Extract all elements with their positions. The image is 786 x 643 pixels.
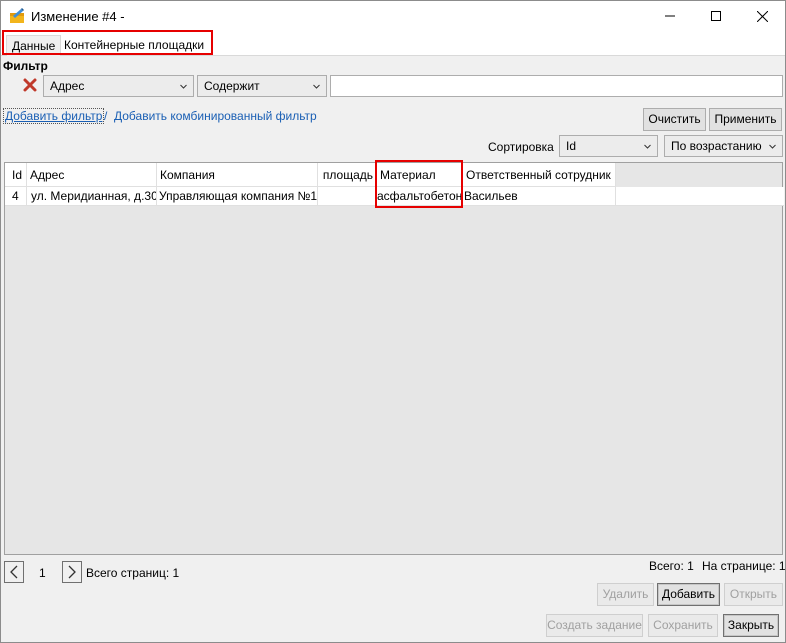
- cell-responsible: Васильев: [463, 187, 616, 206]
- tab-strip: Данные Контейнерные площадки: [1, 31, 785, 57]
- filter-operator-value: Содержит: [204, 79, 260, 93]
- add-button[interactable]: Добавить: [657, 583, 720, 606]
- window-title: Изменение #4 -: [31, 9, 125, 24]
- total-count-text: Всего: 1: [649, 559, 694, 573]
- minimize-icon: [665, 15, 675, 17]
- add-filter-link[interactable]: Добавить фильтр: [3, 108, 105, 124]
- open-button[interactable]: Открыть: [724, 583, 783, 606]
- filter-field-select[interactable]: Адрес: [43, 75, 194, 97]
- delete-button[interactable]: Удалить: [597, 583, 654, 606]
- maximize-icon: [711, 11, 721, 21]
- save-button[interactable]: Сохранить: [648, 614, 718, 637]
- filter-section-label: Фильтр: [3, 59, 48, 73]
- clear-button[interactable]: Очистить: [643, 108, 706, 131]
- chevron-down-icon: [313, 84, 320, 89]
- create-task-button[interactable]: Создать задание: [546, 614, 643, 637]
- per-page-text: На странице: 1: [702, 559, 786, 573]
- maximize-button[interactable]: [693, 1, 739, 31]
- sort-field-select[interactable]: Id: [559, 135, 658, 157]
- column-header-address[interactable]: Адрес: [27, 163, 157, 187]
- chevron-down-icon: [769, 144, 776, 149]
- previous-page-button[interactable]: [4, 561, 24, 583]
- sort-order-value: По возрастанию: [671, 139, 762, 153]
- link-separator: /: [104, 109, 108, 123]
- table-row[interactable]: 4 ул. Меридианная, д.30 Управляющая комп…: [5, 187, 784, 206]
- cell-material: асфальтобетон: [377, 187, 463, 206]
- apply-button[interactable]: Применить: [709, 108, 782, 131]
- close-button[interactable]: Закрыть: [723, 614, 779, 637]
- cell-filler: [616, 187, 784, 206]
- tab-container-sites[interactable]: Контейнерные площадки: [59, 35, 209, 57]
- column-header-area[interactable]: площадь: [318, 163, 377, 187]
- cell-id: 4: [5, 187, 27, 206]
- add-combined-filter-link[interactable]: Добавить комбинированный фильтр: [114, 109, 317, 123]
- filter-field-value: Адрес: [50, 79, 85, 93]
- filter-operator-select[interactable]: Содержит: [197, 75, 327, 97]
- sort-field-value: Id: [566, 139, 577, 153]
- data-grid[interactable]: Id Адрес Компания площадь Материал Ответ…: [4, 162, 784, 555]
- minimize-button[interactable]: [647, 1, 693, 31]
- delete-x-icon: [23, 78, 37, 92]
- next-page-button[interactable]: [62, 561, 82, 583]
- column-header-responsible[interactable]: Ответственный сотрудник: [463, 163, 616, 187]
- tab-data[interactable]: Данные: [6, 35, 62, 57]
- sort-label: Сортировка: [488, 140, 554, 154]
- chevron-down-icon: [180, 84, 187, 89]
- close-icon: [756, 10, 768, 22]
- app-icon: [9, 8, 25, 24]
- column-header-area-label: площадь: [322, 168, 373, 182]
- current-page-number: 1: [39, 566, 46, 580]
- chevron-right-icon: [68, 565, 76, 579]
- title-bar: Изменение #4 -: [1, 1, 785, 31]
- remove-filter-button[interactable]: [22, 77, 38, 93]
- sort-order-select[interactable]: По возрастанию: [664, 135, 783, 157]
- cell-area: [318, 187, 377, 206]
- total-pages-text: Всего страниц: 1: [86, 566, 180, 580]
- add-filter-link-text: Добавить фильтр: [3, 108, 105, 124]
- cell-address: ул. Меридианная, д.30: [27, 187, 157, 206]
- grid-header: Id Адрес Компания площадь Материал Ответ…: [5, 163, 616, 187]
- cell-company: Управляющая компания №1: [157, 187, 318, 206]
- filter-value-input[interactable]: [330, 75, 783, 97]
- column-header-company[interactable]: Компания: [157, 163, 318, 187]
- close-window-button[interactable]: [739, 1, 785, 31]
- chevron-down-icon: [644, 144, 651, 149]
- column-header-id[interactable]: Id: [5, 163, 27, 187]
- chevron-left-icon: [10, 565, 18, 579]
- column-header-material[interactable]: Материал: [377, 163, 463, 187]
